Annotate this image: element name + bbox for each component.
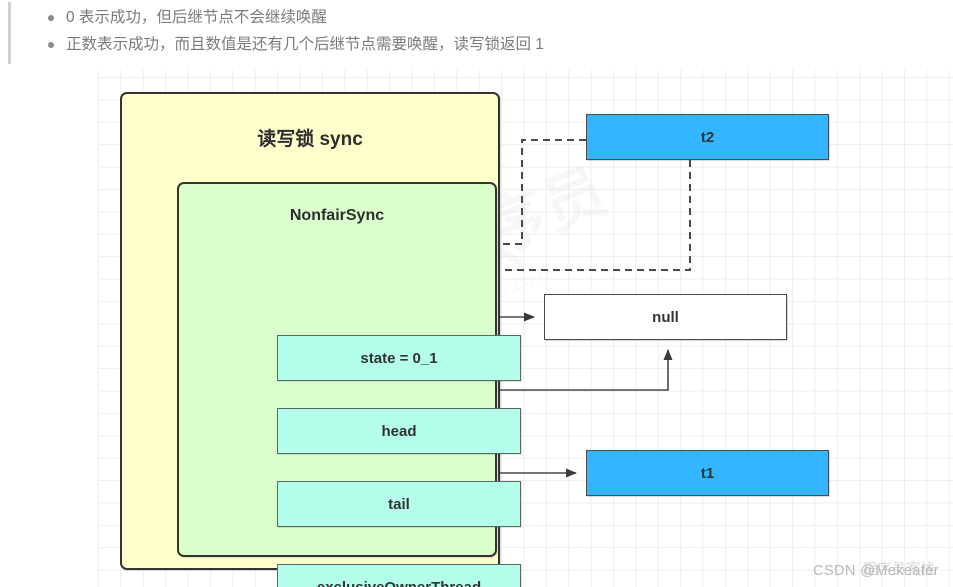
- null-node-label: null: [652, 308, 679, 326]
- sync-container[interactable]: 读写锁 sync NonfairSync state = 0_1 head ta…: [120, 92, 521, 587]
- nonfairsync-container[interactable]: NonfairSync state = 0_1 head tail exclus…: [177, 182, 521, 587]
- null-node-box[interactable]: null: [544, 294, 787, 340]
- sync-container-title: 读写锁 sync: [257, 129, 363, 150]
- notes-accent-bar: [8, 2, 11, 64]
- thread-t2-label: t2: [700, 128, 715, 146]
- thread-t1-box[interactable]: t1: [586, 450, 829, 496]
- credit-text: CSDN @Mekeater: [813, 563, 939, 579]
- field-tail-box[interactable]: tail: [277, 481, 521, 527]
- diagram-canvas: 程序员 www.itheima.com dashed left, down, t…: [98, 70, 953, 587]
- thread-t1-label: t1: [700, 464, 715, 482]
- notes-list: 0 表示成功，但后继节点不会继续唤醒 正数表示成功，而且数值是还有几个后继节点需…: [44, 4, 544, 58]
- note-item-1: 0 表示成功，但后继节点不会继续唤醒: [44, 4, 544, 31]
- thread-t2-box[interactable]: t2: [586, 114, 829, 160]
- field-head-box[interactable]: head: [277, 408, 521, 454]
- field-exclusive-owner-thread-label: exclusiveOwnerThread: [316, 578, 482, 587]
- field-exclusive-owner-thread-box[interactable]: exclusiveOwnerThread: [277, 564, 521, 587]
- note-item-2: 正数表示成功，而且数值是还有几个后继节点需要唤醒，读写锁返回 1: [44, 31, 544, 58]
- field-tail-label: tail: [388, 495, 410, 513]
- field-head-label: head: [381, 422, 417, 440]
- notes-block: 0 表示成功，但后继节点不会继续唤醒 正数表示成功，而且数值是还有几个后继节点需…: [0, 0, 953, 70]
- nonfairsync-container-title: NonfairSync: [289, 207, 385, 224]
- field-state-label: state = 0_1: [360, 349, 438, 367]
- field-state-box[interactable]: state = 0_1: [277, 335, 521, 381]
